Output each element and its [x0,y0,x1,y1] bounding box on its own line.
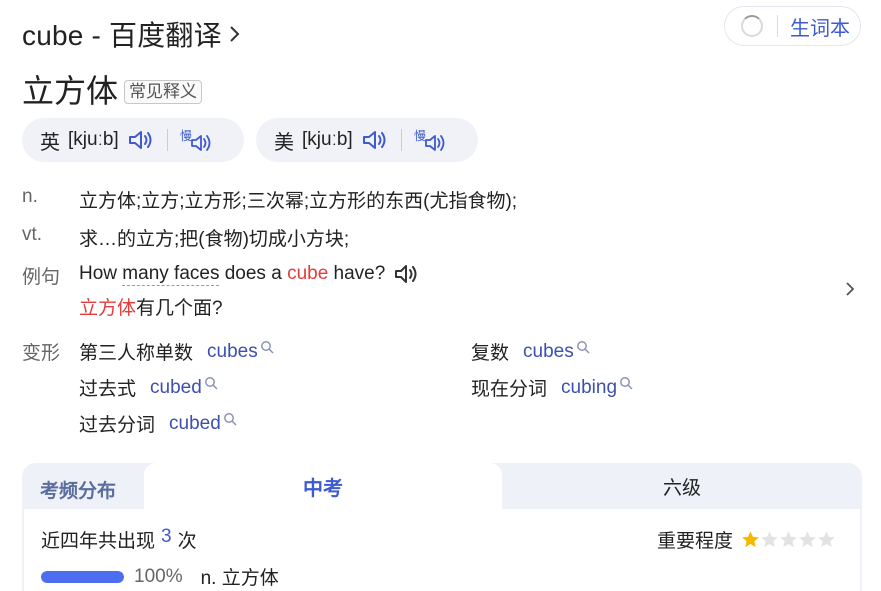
header[interactable]: cube - 百度翻译 [22,14,242,54]
definition-tag: 常见释义 [124,80,203,104]
phonetic-us: 美 [kjuːb] 慢 [256,118,478,162]
example-phrase[interactable]: many faces [122,263,220,286]
star-filled-icon [742,531,759,548]
loading-icon [741,15,763,37]
example-keyword: 立方体 [79,298,137,319]
phonetic-ipa: [kjuːb] [302,129,353,150]
definition-text: 求…的立方;把(食物)切成小方块; [79,229,350,250]
search-icon[interactable] [576,340,590,354]
forms-label: 变形 [22,343,61,364]
form-label: 过去式 [79,379,137,400]
headword-row: 立方体 常见释义 [22,66,203,112]
speaker-icon[interactable] [393,262,419,286]
speaker-icon[interactable] [127,128,155,152]
example-english: How many faces does a cube have? [79,262,419,286]
example-label: 例句 [22,267,61,288]
part-of-speech: n. [22,186,38,207]
star-empty-icon [780,531,797,548]
phonetic-ipa: [kjuːb] [68,129,119,150]
form-label: 现在分词 [471,379,548,400]
form-label: 过去分词 [79,415,156,436]
search-icon[interactable] [223,412,237,426]
exam-frequency-panel: 考频分布 中考 六级 近四年共出现 3 次 重要程度 100% n. 立方体 [22,463,862,591]
divider [777,15,778,37]
search-icon[interactable] [260,340,274,354]
form-present-participle: 现在分词 cubing [471,374,633,401]
progress-percent: 100% [134,565,183,587]
example-text: have? [328,263,386,284]
vocabulary-label: 生词本 [790,17,850,40]
frequency-bar-row: 100% n. 立方体 [41,563,279,590]
progress-bar [41,570,124,583]
frequency-title: 考频分布 [40,481,117,502]
progress-meaning: n. 立方体 [200,568,279,589]
importance-stars [741,530,836,549]
speaker-icon[interactable] [361,128,389,152]
form-label: 第三人称单数 [79,343,194,364]
slow-speaker-icon[interactable]: 慢 [414,127,448,153]
example-keyword: cube [287,263,329,284]
part-of-speech: vt. [22,224,43,245]
importance-label: 重要程度 [657,531,734,552]
slow-speaker-icon[interactable]: 慢 [180,127,214,153]
star-empty-icon [761,531,778,548]
definition-text: 立方体;立方;立方形;三次幂;立方形的东西(尤指食物); [79,191,518,212]
form-third-person: 第三人称单数 cubes [79,338,274,365]
svg-text:慢: 慢 [180,129,192,143]
search-icon[interactable] [619,376,633,390]
vocabulary-button[interactable]: 生词本 [724,6,861,46]
frequency-body: 近四年共出现 3 次 重要程度 100% n. 立方体 [24,509,860,591]
form-word-link[interactable]: cubed [169,413,221,435]
form-past-participle: 过去分词 cubed [79,410,237,437]
form-label: 复数 [471,343,510,364]
importance: 重要程度 [657,526,836,553]
form-word-link[interactable]: cubes [207,341,258,363]
phonetic-label: 英 [40,131,60,154]
page-title[interactable]: cube - 百度翻译 [22,14,222,54]
search-icon[interactable] [204,376,218,390]
divider [400,129,402,151]
form-word-link[interactable]: cubes [523,341,574,363]
progress-fill [41,570,124,583]
example-text: How [79,263,123,284]
form-word-link[interactable]: cubing [561,377,617,399]
form-plural: 复数 cubes [471,338,590,365]
chevron-right-icon[interactable] [228,23,242,45]
phonetic-label: 美 [274,131,294,154]
count-text: 次 [177,531,197,552]
chevron-right-icon[interactable] [844,280,856,298]
form-past-tense: 过去式 cubed [79,374,218,401]
svg-text:慢: 慢 [414,129,426,143]
example-text: 有几个面? [136,298,223,319]
definition-row: vt. 求…的立方;把(食物)切成小方块; [22,224,349,251]
definition-row: n. 立方体;立方;立方形;三次幂;立方形的东西(尤指食物); [22,186,517,213]
count-number: 3 [161,526,172,547]
phonetic-uk: 英 [kjuːb] 慢 [22,118,244,162]
example-chinese: 立方体有几个面? [79,293,223,320]
headword: 立方体 [22,73,119,109]
tab-zhongkao[interactable]: 中考 [144,463,502,509]
tab-cet6[interactable]: 六级 [502,463,862,509]
count-text: 近四年共出现 [41,531,156,552]
occurrence-count: 近四年共出现 3 次 [41,526,197,553]
star-empty-icon [818,531,835,548]
exam-tabs: 考频分布 中考 六级 [22,463,862,509]
star-empty-icon [799,531,816,548]
form-word-link[interactable]: cubed [150,377,202,399]
example-text: does a [219,263,288,284]
divider [166,129,168,151]
